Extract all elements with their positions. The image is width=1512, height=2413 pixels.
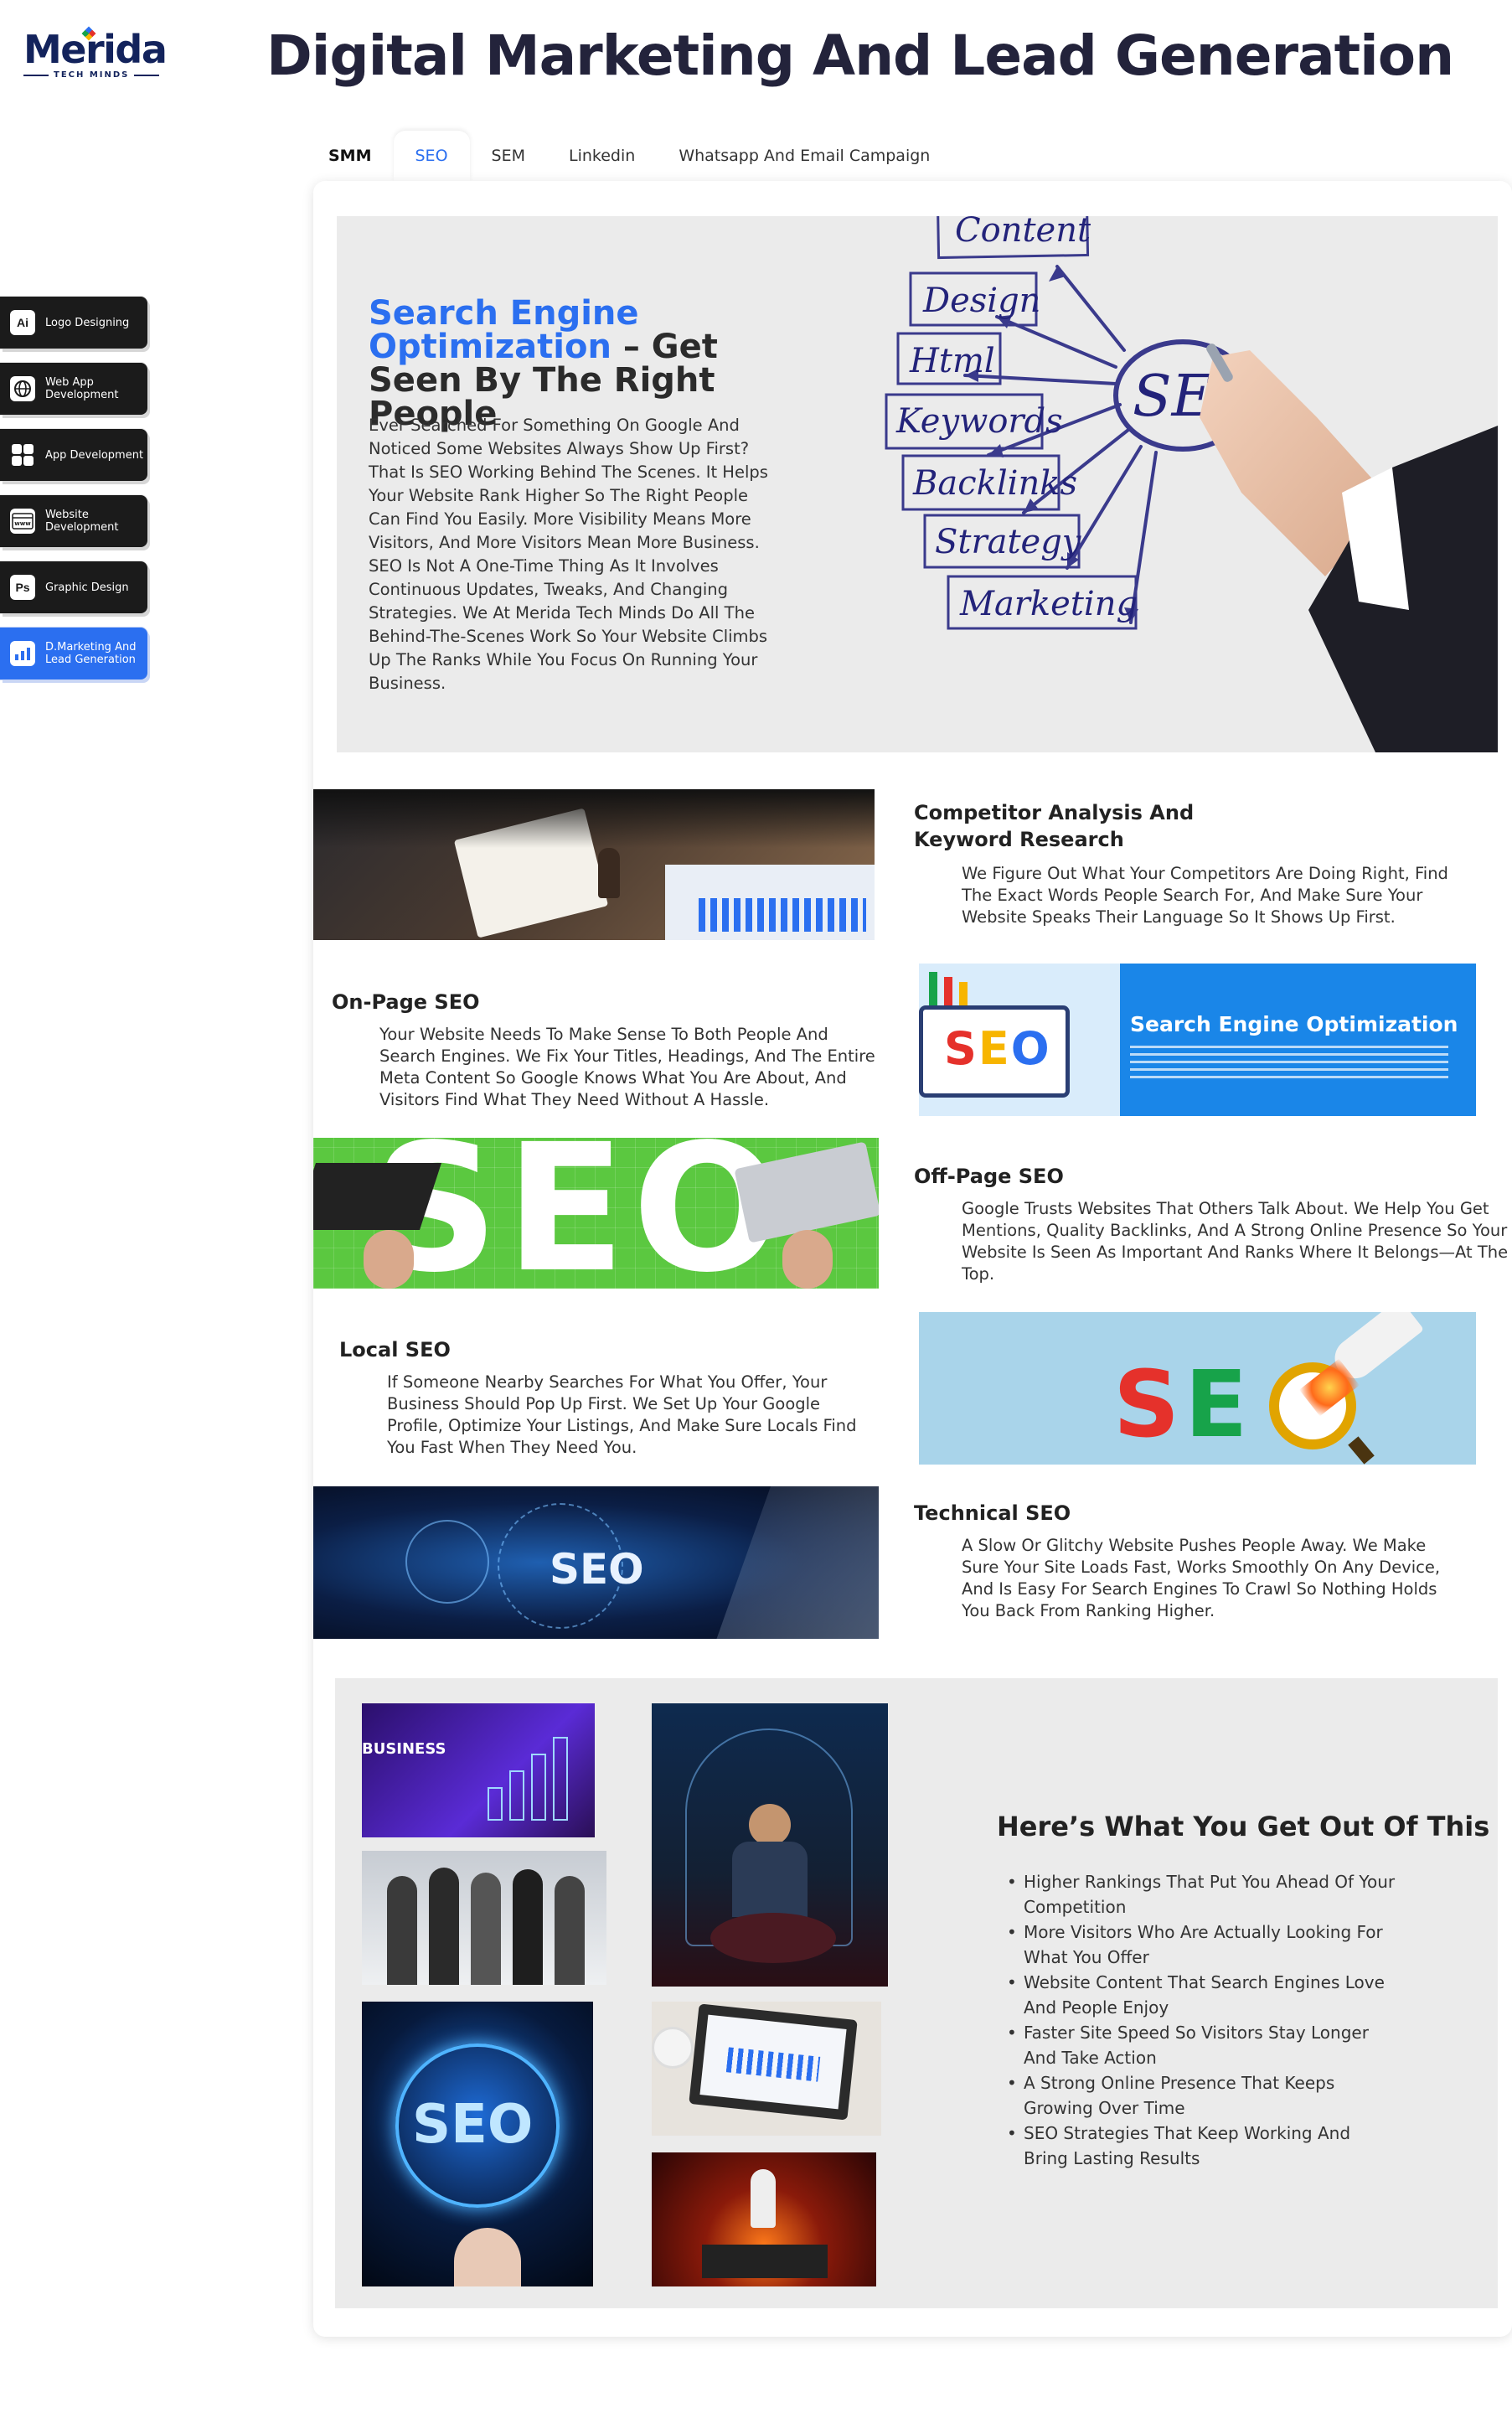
marketing-chart-icon [10,641,35,666]
glowing-seo-image: SEO [362,2002,593,2286]
analytics-laptop-image [652,2002,881,2136]
sidebar-item-label: Graphic Design [45,581,129,594]
mindmap-word-keywords: Keywords [895,402,1063,441]
sidebar-item-website-development[interactable]: www Website Development [0,495,147,547]
feature-title-technical: Technical SEO [914,1501,1071,1525]
globe-icon [10,376,35,401]
hero-section: Search Engine Optimization – Get Seen By… [337,216,1498,752]
seo-rocket-image: SE [919,1312,1476,1465]
seo-banner-title: Search Engine Optimization [1130,1012,1458,1036]
svg-text:www: www [14,520,31,527]
sidebar-item-graphic-design[interactable]: Ps Graphic Design [0,561,147,613]
rocket-seo-text: SE [1113,1351,1253,1458]
mindmap-word-design: Design [922,282,1040,320]
sidebar-item-label: Website Development [45,509,119,534]
mindmap-word-html: Html [909,342,995,380]
tab-whatsapp-email[interactable]: Whatsapp And Email Campaign [657,131,952,181]
hero-title-highlight: Search Engine Optimization [369,294,639,366]
feature-text-technical: A Slow Or Glitchy Website Pushes People … [962,1536,1441,1620]
rocket-laptop-image [652,2152,876,2286]
list-item: SEO Strategies That Keep Working And Bri… [1005,2121,1399,2171]
browser-www-icon: www [10,509,35,534]
service-tabs: SMM SEO SEM Linkedin Whatsapp And Email … [312,131,952,181]
tab-linkedin[interactable]: Linkedin [547,131,657,181]
feature-text-local: If Someone Nearby Searches For What You … [387,1372,857,1457]
green-seo-laptops-image: SEO [313,1138,879,1289]
feature-text-onpage: Your Website Needs To Make Sense To Both… [379,1025,875,1109]
mindmap-word-content: Content [955,216,1091,250]
sidebar-item-label: Logo Designing [45,316,130,329]
sidebar-item-web-app[interactable]: Web App Development [0,363,147,415]
brand-name: Merida [23,27,168,72]
mindmap-word-backlinks: Backlinks [912,464,1077,503]
seo-mindmap-image: Content Design Html Keywords Backlinks S… [885,216,1498,752]
seo-banner-image: SEO Search Engine Optimization [919,964,1476,1116]
man-laptop-image [652,1703,888,1987]
brand-logo[interactable]: Merida TECH MINDS [23,26,174,89]
list-item: More Visitors Who Are Actually Looking F… [1005,1920,1399,1970]
list-item: Faster Site Speed So Visitors Stay Longe… [1005,2020,1399,2070]
seo-banner-logo: SEO [944,1022,1051,1075]
technical-seo-image: SEO [313,1486,879,1639]
feature-text-offpage: Google Trusts Websites That Others Talk … [962,1199,1509,1284]
hero-title: Search Engine Optimization – Get Seen By… [369,297,804,431]
feature-title-offpage: Off-Page SEO [914,1165,1064,1188]
mindmap-word-marketing: Marketing [959,585,1138,623]
page-title: Digital Marketing And Lead Generation [266,23,1454,88]
list-item: Higher Rankings That Put You Ahead Of Yo… [1005,1869,1399,1920]
list-item: Website Content That Search Engines Love… [1005,1970,1399,2020]
tab-smm[interactable]: SMM [312,131,394,181]
sidebar-item-label: App Development [45,448,144,462]
sidebar-item-logo-designing[interactable]: Ai Logo Designing [0,297,147,349]
benefits-title: Here’s What You Get Out Of This [997,1811,1490,1842]
tech-seo-text: SEO [550,1545,644,1594]
grid-icon [10,442,35,468]
hero-description: Ever Searched For Something On Google An… [369,416,768,693]
list-item: A Strong Online Presence That Keeps Grow… [1005,2070,1399,2121]
feature-text-competitor: We Figure Out What Your Competitors Are … [962,864,1448,927]
business-growth-image: BUSINESS [362,1703,595,1837]
benefits-section: BUSINESS SEO Here’s What You Get Out Of … [335,1678,1498,2308]
business-text: BUSINESS [362,1740,446,1758]
feature-title-local: Local SEO [339,1338,451,1362]
services-sidebar: Ai Logo Designing Web App Development Ap… [0,297,151,694]
illustrator-icon: Ai [10,310,35,335]
green-seo-text: SEO [372,1138,789,1289]
benefits-list: Higher Rankings That Put You Ahead Of Yo… [1005,1869,1399,2171]
sidebar-item-label: Web App Development [45,376,119,401]
photoshop-icon: Ps [10,575,35,600]
glow-seo-text: SEO [412,2094,534,2156]
feature-title-competitor: Competitor Analysis And Keyword Research [914,801,1195,851]
sidebar-item-label: D.Marketing And Lead Generation [45,641,137,666]
business-team-image [362,1851,606,1985]
competitor-analysis-image [313,789,875,940]
feature-title-onpage: On-Page SEO [332,990,480,1014]
sidebar-item-app-development[interactable]: App Development [0,429,147,481]
tab-seo[interactable]: SEO [393,131,470,181]
mindmap-word-strategy: Strategy [935,523,1082,561]
tab-sem[interactable]: SEM [470,131,547,181]
sidebar-item-digital-marketing[interactable]: D.Marketing And Lead Generation [0,628,147,679]
